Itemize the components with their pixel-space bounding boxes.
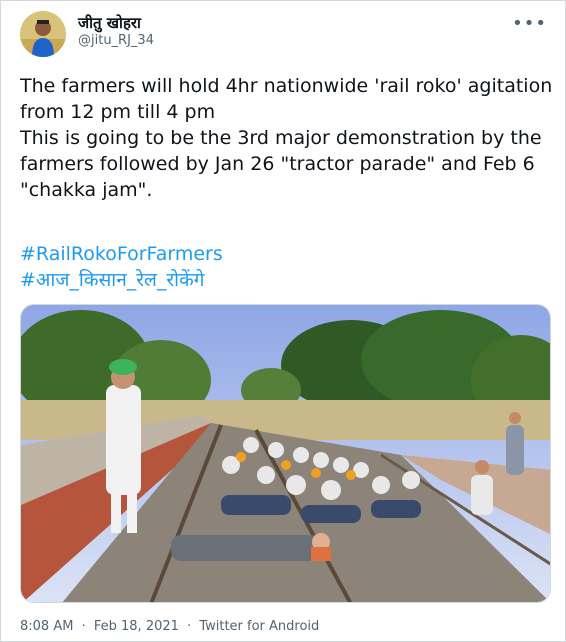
- tweet-meta: 8:08 AM · Feb 18, 2021 · Twitter for And…: [20, 619, 323, 634]
- tweet-photo[interactable]: [20, 304, 551, 603]
- tweet-card: जीतु खोहरा @jitu_RJ_34 ••• The farmers w…: [0, 0, 566, 642]
- meta-separator: ·: [187, 619, 192, 634]
- tweet-time[interactable]: 8:08 AM: [20, 619, 73, 634]
- hashtag-link[interactable]: #RailRokoForFarmers: [20, 241, 223, 267]
- meta-separator: ·: [81, 619, 86, 634]
- more-horizontal-icon[interactable]: •••: [512, 13, 547, 34]
- tweet-paragraph: This is going to be the 3rd major demons…: [20, 127, 542, 201]
- tweet-date[interactable]: Feb 18, 2021: [94, 619, 179, 634]
- tweet-text: The farmers will hold 4hr nationwide 'ra…: [20, 73, 560, 203]
- display-name[interactable]: जीतु खोहरा: [78, 13, 141, 33]
- avatar[interactable]: [20, 11, 66, 57]
- hashtag-link[interactable]: #आज_किसान_रेल_रोकेंगे: [20, 267, 223, 293]
- hashtag-list: #RailRokoForFarmers #आज_किसान_रेल_रोकेंग…: [20, 241, 223, 293]
- tweet-source[interactable]: Twitter for Android: [199, 619, 319, 634]
- user-handle[interactable]: @jitu_RJ_34: [78, 33, 154, 48]
- tweet-paragraph: The farmers will hold 4hr nationwide 'ra…: [20, 75, 553, 123]
